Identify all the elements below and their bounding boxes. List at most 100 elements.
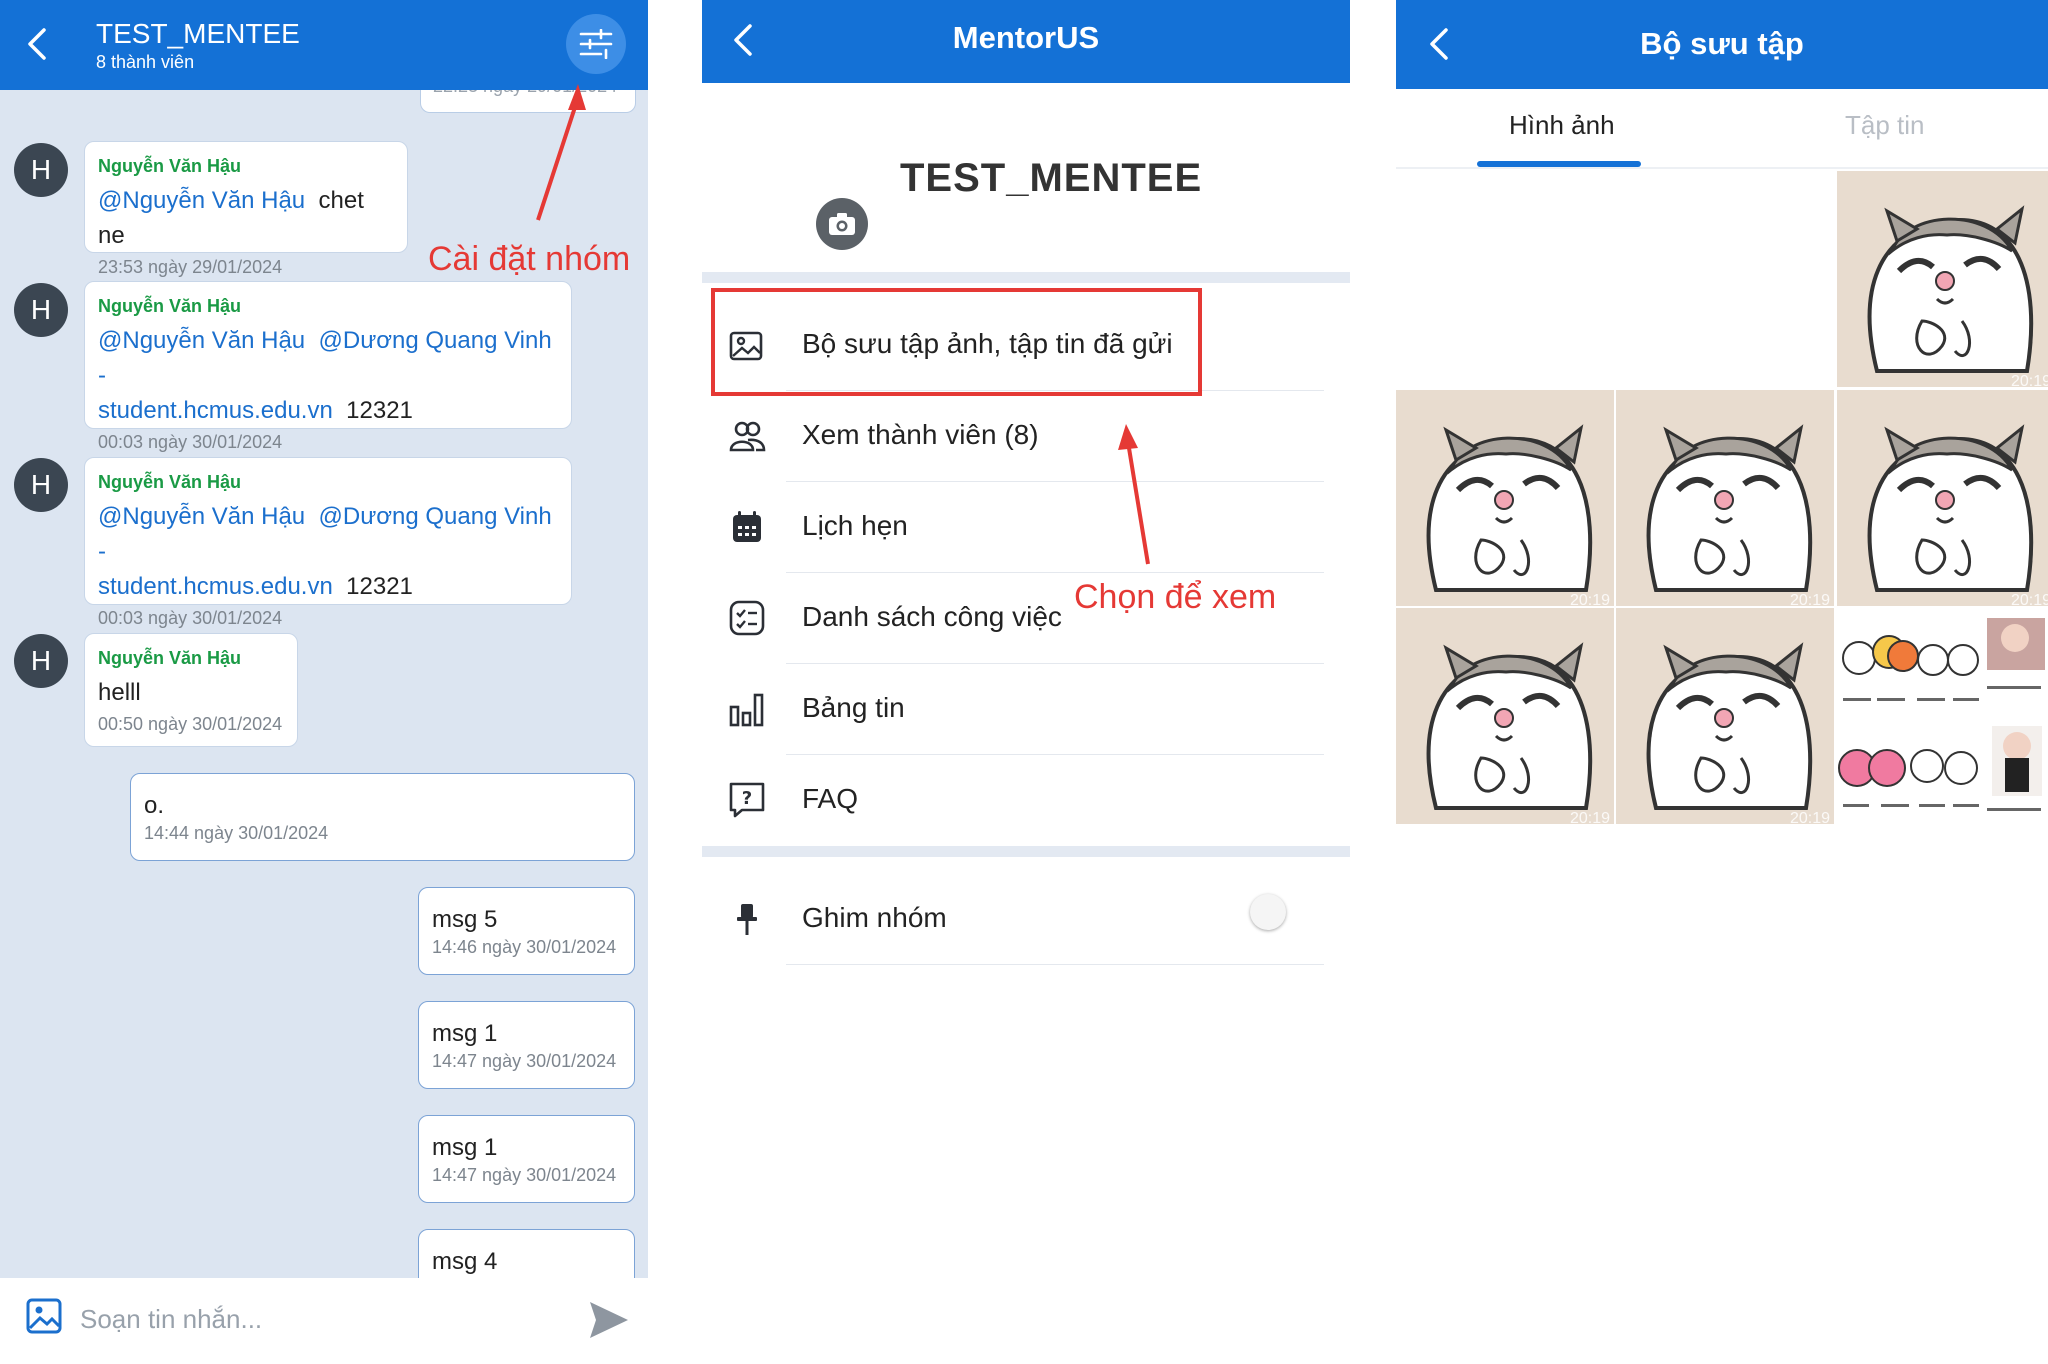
my-message-bubble[interactable]: msg 1 14:47 ngày 30/01/2024: [418, 1001, 635, 1089]
avatar: H: [14, 458, 68, 512]
message-body: @Nguyễn Văn Hậu @Dương Quang Vinh - stud…: [98, 323, 558, 428]
calendar-icon: [733, 511, 761, 542]
mention[interactable]: student.hcmus.edu.vn: [98, 573, 333, 600]
message-time: 00:03 ngày 30/01/2024: [98, 432, 283, 452]
gallery-image[interactable]: [1837, 608, 2048, 824]
mention[interactable]: @Nguyễn Văn Hậu: [98, 503, 305, 530]
divider: [786, 963, 1324, 965]
group-name: TEST_MENTEE: [900, 156, 1203, 200]
members-icon: [729, 421, 766, 452]
tab-images[interactable]: Hình ảnh: [1509, 110, 1615, 141]
divider: [1396, 167, 2048, 169]
message-time: 14:47 ngày 30/01/2024: [432, 1051, 617, 1071]
annotation-highlight-box: [711, 288, 1202, 396]
sender-name: Nguyễn Văn Hậu: [98, 648, 242, 668]
message-bubble[interactable]: Nguyễn Văn Hậu @Nguyễn Văn Hậu @Dương Qu…: [84, 457, 572, 628]
chat-header: TEST_MENTEE 8 thành viên: [0, 0, 648, 90]
camera-icon: [829, 213, 855, 235]
gallery-header: Bộ sưu tập: [1396, 0, 2048, 89]
mention[interactable]: student.hcmus.edu.vn: [98, 397, 333, 424]
sender-name: Nguyễn Văn Hậu: [98, 156, 242, 176]
menu-item-faq[interactable]: ? FAQ: [702, 755, 1350, 846]
sliders-icon: [579, 29, 613, 59]
avatar: H: [14, 143, 68, 197]
menu-item-newsfeed[interactable]: Bảng tin: [702, 664, 1350, 755]
gallery-image[interactable]: 20:19: [1837, 390, 2048, 606]
image-timestamp: 20:19: [1569, 810, 1610, 824]
cat-sticker-image: [1837, 171, 2048, 387]
annotation-choose-to-view: Chọn để xem: [1074, 578, 1277, 616]
image-timestamp: 20:19: [2010, 592, 2048, 606]
my-message-bubble[interactable]: msg 5 14:46 ngày 30/01/2024: [418, 887, 635, 975]
section-divider: [702, 272, 1350, 283]
annotation-arrow: [536, 84, 586, 221]
change-avatar-button[interactable]: [816, 198, 868, 250]
gallery-image[interactable]: 20:19: [1396, 390, 1614, 606]
gallery-image[interactable]: 20:19: [1616, 608, 1834, 824]
chat-screen: 22:23 ngày 29/01/2024 TEST_MENTEE 8 thàn…: [0, 0, 648, 1364]
cat-sticker-image: [1396, 390, 1614, 606]
cat-sticker-image: [1837, 390, 2048, 606]
menu-item-label: Lịch hẹn: [802, 510, 908, 541]
gallery-image[interactable]: 20:19: [1837, 171, 2048, 387]
message-text: 12321: [346, 573, 413, 600]
message-bubble[interactable]: Nguyễn Văn Hậu @Nguyễn Văn Hậu chet ne 2…: [84, 141, 408, 277]
message-body: @Nguyễn Văn Hậu @Dương Quang Vinh - stud…: [98, 499, 558, 604]
annotation-group-settings: Cài đặt nhóm: [428, 240, 631, 278]
message-composer: Soạn tin nhắn...: [0, 1278, 648, 1364]
settings-header: MentorUS: [702, 0, 1350, 83]
menu-item-label: Bảng tin: [802, 692, 905, 723]
menu-item-pin-group[interactable]: Ghim nhóm: [702, 874, 1350, 965]
message-text: msg 1: [432, 1134, 498, 1161]
message-input[interactable]: Soạn tin nhắn...: [80, 1304, 262, 1335]
menu-item-members[interactable]: Xem thành viên (8): [702, 391, 1350, 482]
tab-files[interactable]: Tập tin: [1845, 110, 1925, 141]
back-arrow-icon[interactable]: [20, 24, 54, 64]
message-time: 14:46 ngày 30/01/2024: [432, 937, 617, 957]
sender-name: Nguyễn Văn Hậu: [98, 472, 242, 492]
menu-item-appointments[interactable]: Lịch hẹn: [702, 482, 1350, 573]
message-text: msg 1: [432, 1020, 498, 1047]
cat-sticker-image: [1616, 390, 1834, 606]
my-message-bubble[interactable]: msg 1 14:47 ngày 30/01/2024: [418, 1115, 635, 1203]
message-bubble[interactable]: Nguyễn Văn Hậu helll 00:50 ngày 30/01/20…: [84, 633, 298, 747]
image-timestamp: 20:19: [2010, 373, 2048, 387]
menu-item-label: Danh sách công việc: [802, 601, 1062, 632]
group-settings-button[interactable]: [566, 14, 626, 74]
cat-sticker-image: [1616, 608, 1834, 824]
menu-item-label: FAQ: [802, 783, 859, 814]
faq-icon: ?: [729, 782, 765, 818]
message-body: @Nguyễn Văn Hậu chet ne: [98, 183, 394, 253]
gallery-image[interactable]: 20:19: [1396, 608, 1614, 824]
chat-title: TEST_MENTEE: [96, 18, 300, 49]
avatar: H: [14, 283, 68, 337]
pin-icon: [737, 904, 757, 935]
mention[interactable]: @Nguyễn Văn Hậu: [98, 327, 305, 354]
bar-chart-icon: [729, 693, 764, 727]
avatar: H: [14, 634, 68, 688]
annotation-arrow: [1118, 424, 1150, 565]
member-count: 8 thành viên: [96, 52, 195, 72]
image-attach-icon[interactable]: [26, 1298, 62, 1334]
message-text: msg 4: [432, 1248, 498, 1275]
menu-item-label: Xem thành viên (8): [802, 419, 1039, 450]
my-message-bubble[interactable]: o. 14:44 ngày 30/01/2024: [130, 773, 635, 861]
meme-collage-image: [1837, 608, 2048, 824]
task-list-icon: [729, 600, 765, 636]
app-title: MentorUS: [952, 20, 1100, 55]
message-bubble[interactable]: Nguyễn Văn Hậu @Nguyễn Văn Hậu @Dương Qu…: [84, 281, 572, 452]
send-icon[interactable]: [588, 1300, 630, 1340]
mention[interactable]: @Nguyễn Văn Hậu: [98, 187, 305, 214]
message-time: 00:50 ngày 30/01/2024: [98, 714, 283, 734]
gallery-screen: Bộ sưu tập Hình ảnh Tập tin 20:19 20:19 …: [1396, 0, 2048, 1364]
message-text: helll: [98, 679, 141, 706]
image-timestamp: 20:19: [1789, 810, 1830, 824]
menu-item-label: Ghim nhóm: [802, 902, 947, 933]
gallery-image[interactable]: 20:19: [1616, 390, 1834, 606]
message-time: 14:47 ngày 30/01/2024: [432, 1165, 617, 1185]
message-time: 00:03 ngày 30/01/2024: [98, 608, 283, 628]
message-text: 12321: [346, 397, 413, 424]
pin-group-toggle[interactable]: [1250, 894, 1286, 930]
sender-name: Nguyễn Văn Hậu: [98, 296, 242, 316]
image-timestamp: 20:19: [1789, 592, 1830, 606]
